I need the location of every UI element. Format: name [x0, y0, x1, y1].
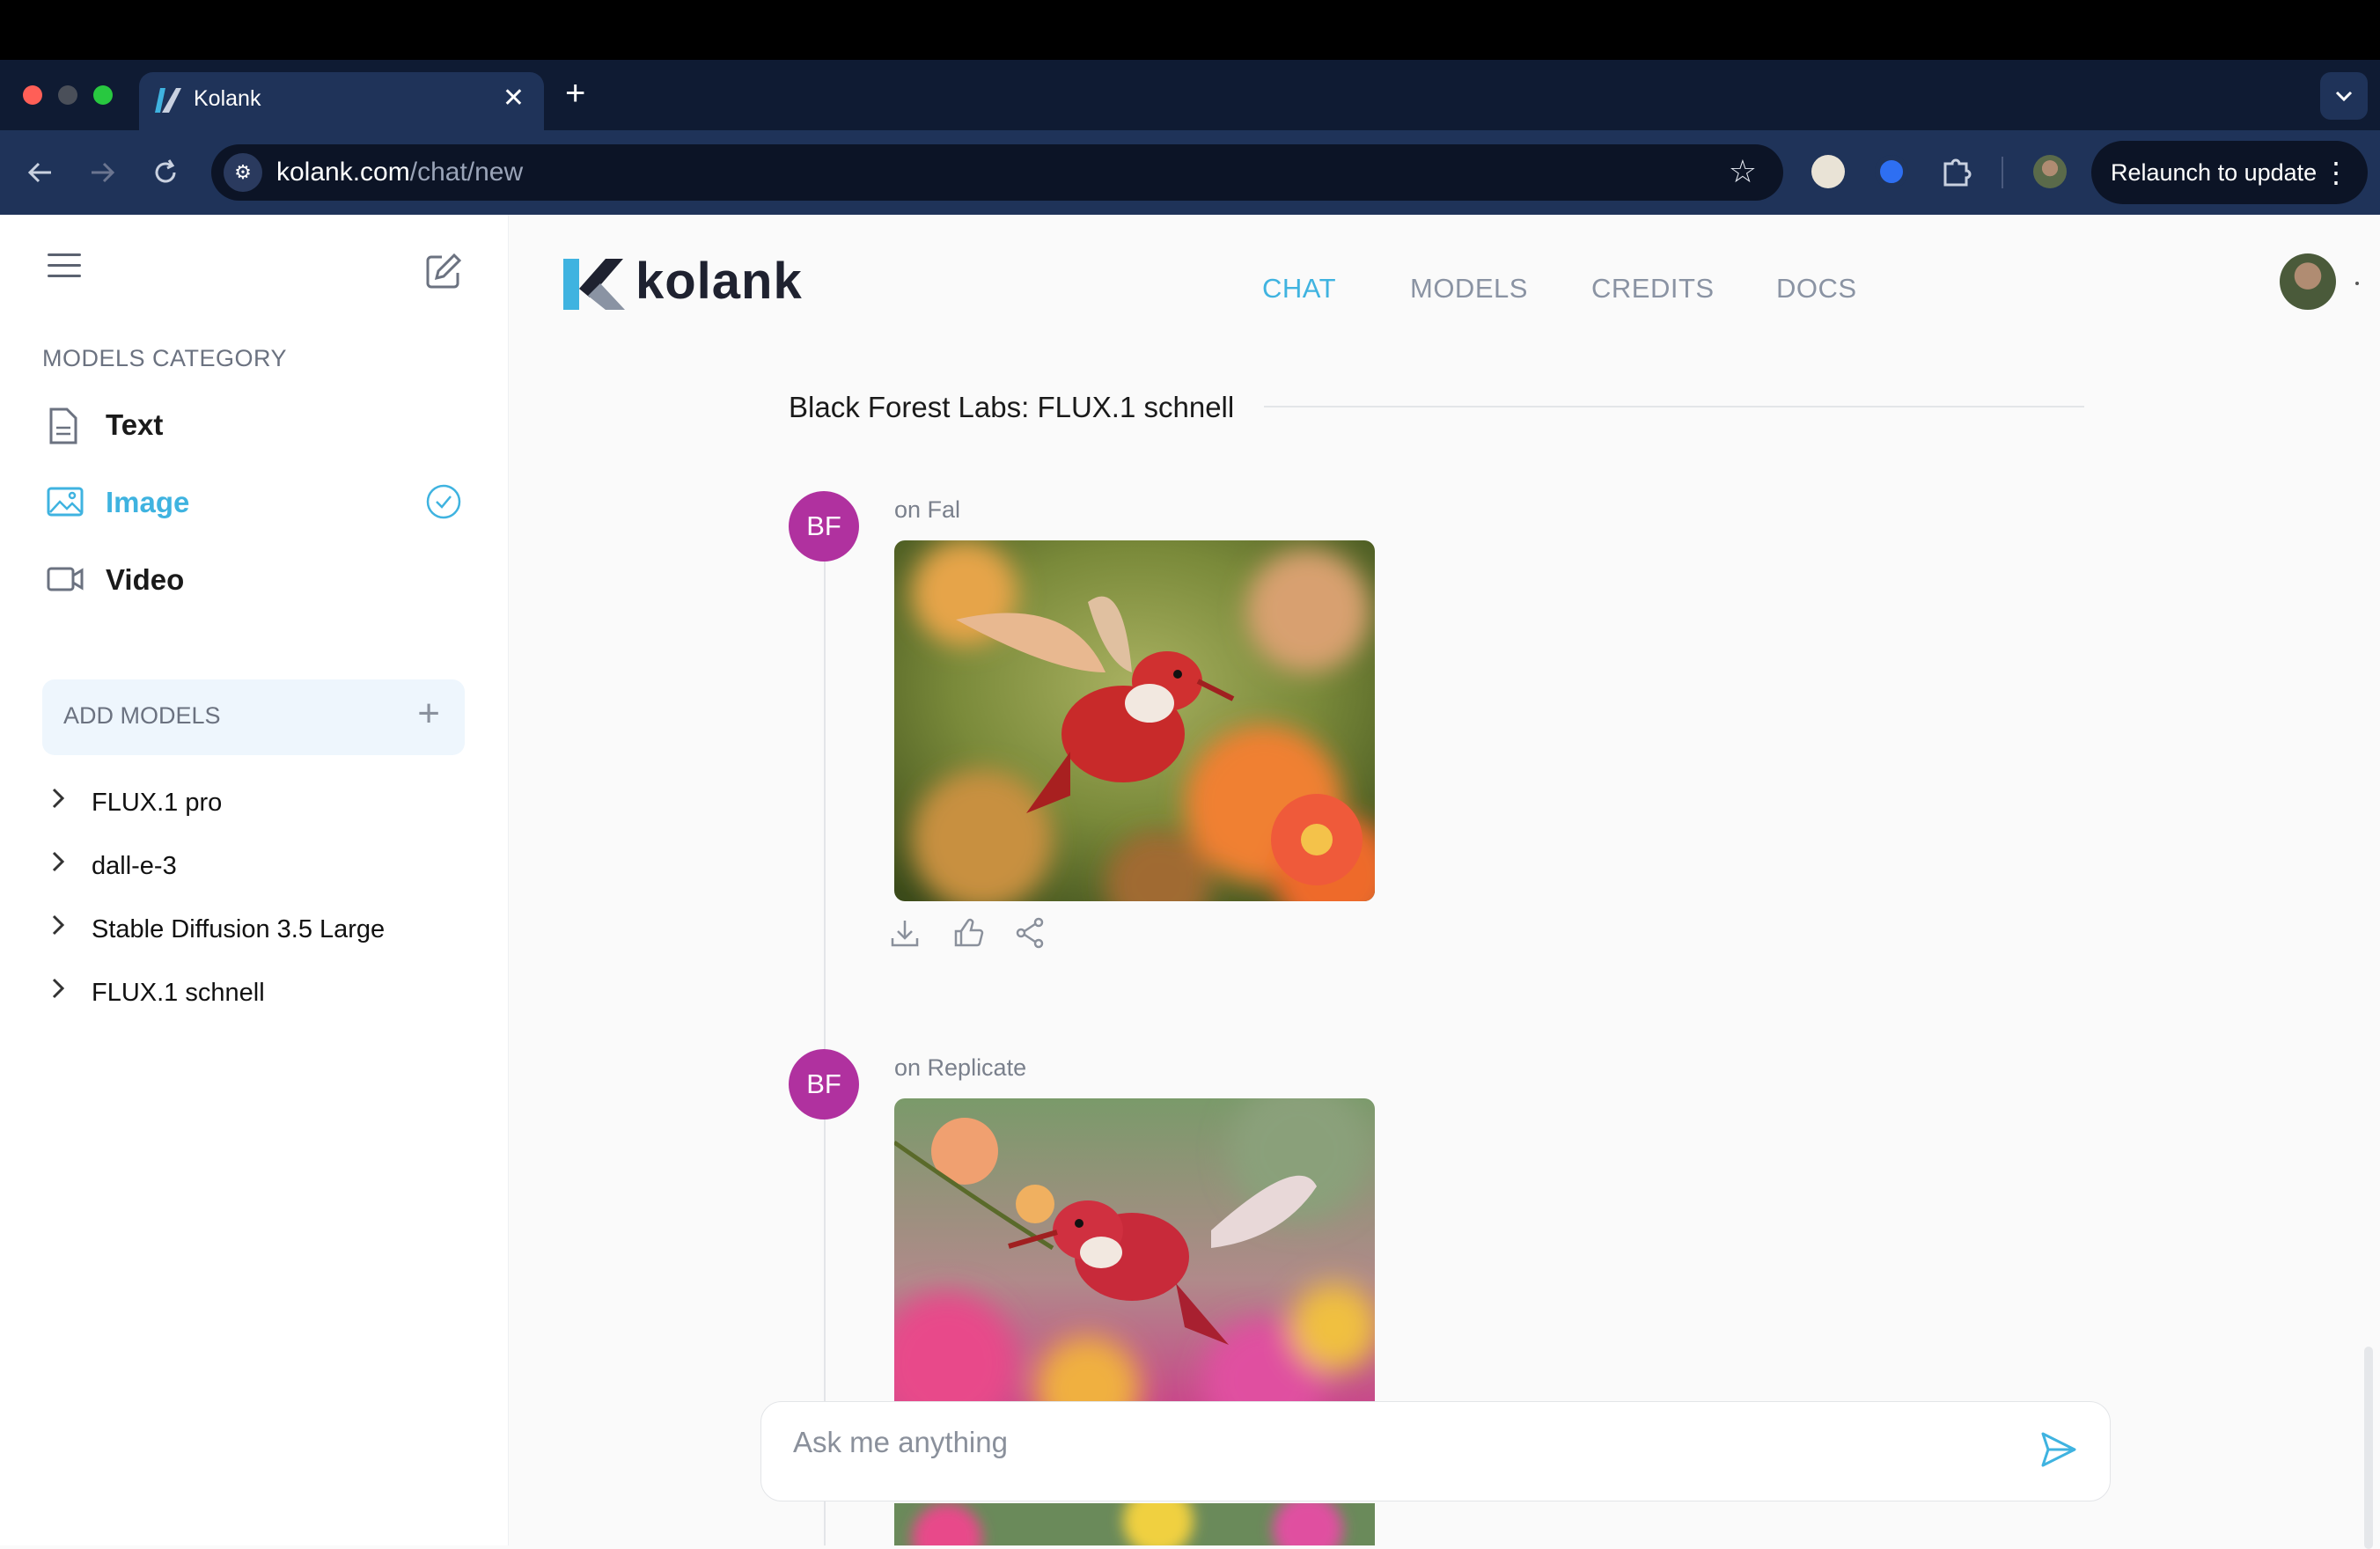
model-item-label: dall-e-3 [92, 852, 177, 880]
message-source: on Fal [894, 496, 961, 523]
window-close-button[interactable] [23, 85, 42, 105]
document-icon [49, 407, 77, 444]
category-label: Text [106, 408, 164, 441]
model-section-title: Black Forest Labs: FLUX.1 schnell [789, 391, 1235, 423]
more-indicator [2355, 282, 2359, 285]
user-avatar[interactable] [2280, 253, 2336, 310]
thumbs-up-icon[interactable] [951, 915, 986, 951]
new-tab-button[interactable]: + [565, 74, 585, 114]
relaunch-label: Relaunch to update [2111, 159, 2318, 186]
chevron-down-icon [2335, 91, 2353, 102]
address-bar[interactable]: ⚙ kolank.com/chat/new ☆ [211, 144, 1783, 201]
section-divider [1264, 406, 2084, 407]
kolank-favicon-icon [155, 88, 181, 113]
tab-title: Kolank [194, 86, 261, 111]
hummingbird-image [894, 1098, 1375, 1401]
message-source: on Replicate [894, 1054, 1027, 1081]
nav-credits[interactable]: CREDITS [1591, 273, 1715, 305]
hamburger-menu-icon[interactable] [48, 253, 81, 285]
extension-owl-icon[interactable] [1811, 155, 1845, 188]
reload-icon[interactable] [150, 157, 181, 188]
window-maximize-button[interactable] [93, 85, 113, 105]
chevron-right-icon [52, 851, 65, 872]
back-icon[interactable] [25, 157, 56, 188]
bookmark-star-icon[interactable]: ☆ [1729, 153, 1757, 190]
hummingbird-image [894, 540, 1375, 901]
chevron-right-icon [52, 978, 65, 999]
image-icon [47, 487, 84, 517]
chat-input[interactable] [791, 1425, 2006, 1460]
extensions-puzzle-icon[interactable] [1938, 153, 1973, 188]
model-item-label: FLUX.1 pro [92, 789, 223, 817]
category-text[interactable]: Text [46, 400, 468, 452]
category-image[interactable]: Image [46, 477, 468, 530]
window-minimize-button[interactable] [58, 85, 77, 105]
generated-image[interactable] [894, 1098, 1375, 1401]
plus-icon: + [417, 692, 440, 735]
category-label: Image [106, 486, 190, 518]
profile-avatar[interactable] [2033, 155, 2067, 188]
model-avatar: BF [789, 1049, 859, 1120]
message-timeline [824, 528, 826, 1545]
system-bar [0, 0, 2380, 60]
model-item-label: FLUX.1 schnell [92, 979, 265, 1007]
logo-wordmark[interactable]: kolank [635, 252, 803, 311]
check-circle-icon [426, 484, 461, 519]
browser-tab[interactable]: Kolank ✕ [139, 72, 544, 130]
site-settings-icon[interactable]: ⚙ [224, 153, 262, 192]
generated-image-next[interactable] [894, 1503, 1375, 1545]
tab-close-icon[interactable]: ✕ [503, 83, 525, 114]
url-text: kolank.com/chat/new [276, 158, 523, 187]
add-models-label: ADD MODELS [63, 702, 221, 729]
generated-image[interactable] [894, 540, 1375, 901]
models-category-heading: MODELS CATEGORY [42, 345, 288, 371]
download-icon[interactable] [887, 915, 922, 951]
category-video[interactable]: Video [46, 554, 468, 607]
toolbar-divider [2002, 157, 2003, 188]
browser-menu-icon[interactable]: ⋮ [2322, 141, 2350, 204]
tab-search-button[interactable] [2320, 72, 2368, 120]
scrollbar-thumb[interactable] [2364, 1347, 2373, 1549]
url-path: /chat/new [409, 158, 524, 187]
send-icon[interactable] [2038, 1428, 2080, 1471]
nav-docs[interactable]: DOCS [1776, 273, 1857, 305]
nav-chat[interactable]: CHAT [1262, 273, 1336, 305]
extension-c-icon[interactable] [1875, 155, 1908, 188]
chat-input-box [760, 1401, 2111, 1501]
kolank-logo-icon[interactable] [562, 257, 627, 312]
add-models-button[interactable]: ADD MODELS + [42, 679, 465, 755]
relaunch-update-button[interactable]: Relaunch to update ⋮ [2091, 141, 2368, 204]
category-label: Video [106, 563, 185, 596]
chevron-right-icon [52, 788, 65, 809]
nav-models[interactable]: MODELS [1410, 273, 1528, 305]
share-icon[interactable] [1012, 915, 1047, 951]
model-avatar: BF [789, 491, 859, 562]
chevron-right-icon [52, 914, 65, 936]
forward-icon[interactable] [86, 157, 118, 188]
new-chat-edit-icon[interactable] [422, 250, 465, 292]
url-host: kolank.com [276, 158, 410, 187]
model-item-label: Stable Diffusion 3.5 Large [92, 915, 386, 943]
video-icon [47, 567, 84, 591]
flower-image-partial [894, 1503, 1375, 1545]
